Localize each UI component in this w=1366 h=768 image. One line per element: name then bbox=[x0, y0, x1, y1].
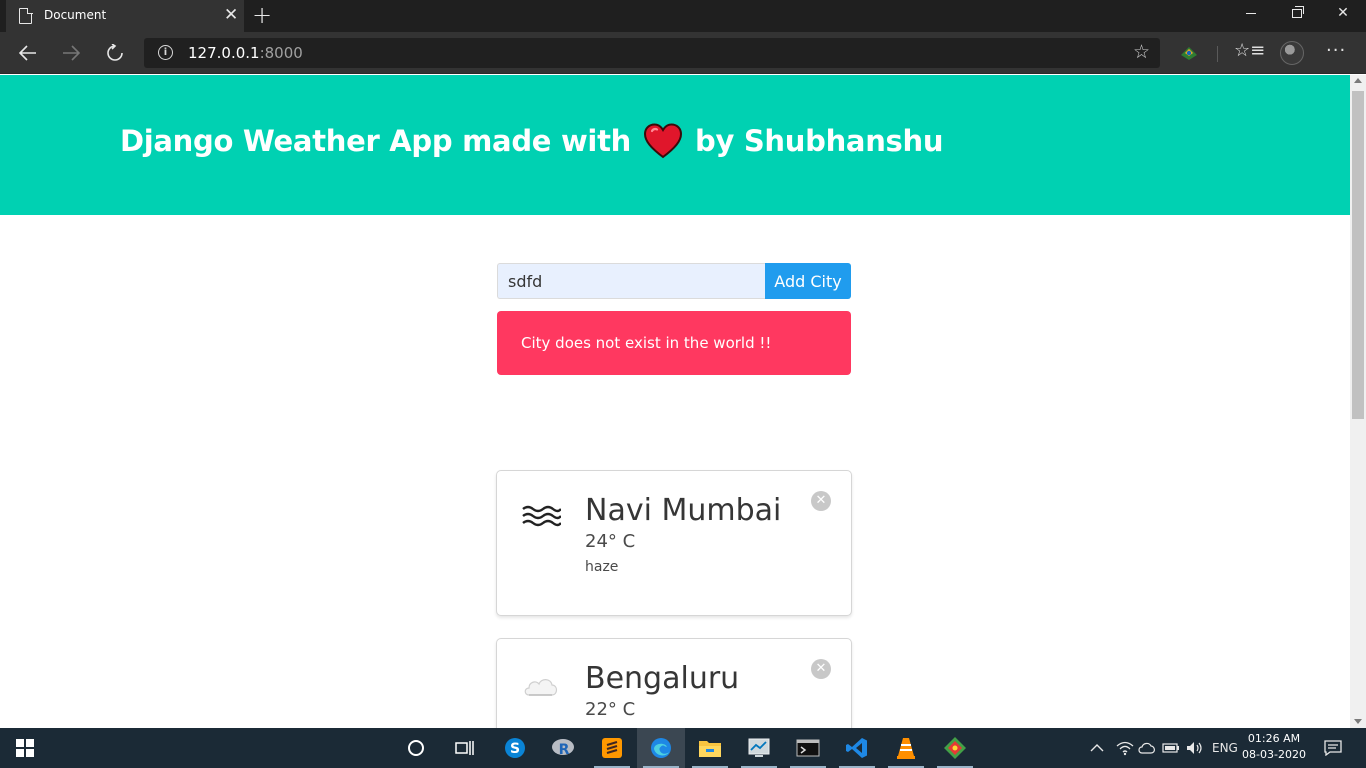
git-kraken-icon[interactable] bbox=[931, 728, 979, 768]
favorites-icon[interactable]: ☆≡ bbox=[1234, 40, 1265, 61]
close-tab-icon[interactable]: ✕ bbox=[224, 5, 238, 25]
tab-title: Document bbox=[44, 8, 107, 22]
extension-icon[interactable] bbox=[1178, 43, 1200, 63]
title-text-end: by Shubhanshu bbox=[694, 124, 944, 158]
heart-icon bbox=[643, 123, 682, 159]
back-arrow-icon[interactable] bbox=[13, 39, 43, 67]
battery-icon[interactable] bbox=[1162, 728, 1180, 768]
temperature: 24° C bbox=[585, 531, 636, 552]
city-name: Bengaluru bbox=[585, 661, 740, 696]
city-name: Navi Mumbai bbox=[585, 493, 782, 528]
performance-monitor-icon[interactable] bbox=[735, 728, 783, 768]
toolbar-divider bbox=[1217, 46, 1218, 62]
address-bar[interactable]: i 127.0.0.1:8000 ☆ bbox=[144, 38, 1160, 68]
close-window-button[interactable]: ✕ bbox=[1320, 0, 1366, 32]
delete-city-button[interactable]: ✕ bbox=[811, 491, 831, 511]
cortana-icon[interactable] bbox=[392, 728, 440, 768]
page-title: Django Weather App made with by Shubhans… bbox=[120, 123, 944, 159]
sublime-text-icon[interactable] bbox=[588, 728, 636, 768]
network-icon[interactable] bbox=[1116, 728, 1134, 768]
page-viewport: Django Weather App made with by Shubhans… bbox=[0, 75, 1350, 728]
scroll-up-arrow-icon[interactable] bbox=[1354, 78, 1362, 83]
city-input[interactable] bbox=[497, 263, 765, 299]
show-hidden-icons[interactable] bbox=[1090, 728, 1104, 768]
action-center-icon[interactable] bbox=[1324, 728, 1342, 768]
r-language-icon[interactable]: R bbox=[539, 728, 587, 768]
weather-description: haze bbox=[585, 559, 619, 575]
temperature: 22° C bbox=[585, 699, 636, 720]
scroll-down-arrow-icon[interactable] bbox=[1354, 719, 1362, 724]
vlc-icon[interactable] bbox=[882, 728, 930, 768]
windows-taskbar: S R ENG 01:26 AM 08-03-2020 bbox=[0, 728, 1366, 768]
favorite-star-icon[interactable]: ☆ bbox=[1133, 41, 1150, 63]
url-text: 127.0.0.1:8000 bbox=[188, 44, 303, 62]
site-info-icon[interactable]: i bbox=[158, 45, 173, 60]
clock-time: 01:26 AM bbox=[1247, 732, 1301, 745]
svg-text:R: R bbox=[559, 742, 570, 758]
page-scrollbar[interactable] bbox=[1350, 75, 1366, 728]
cloud-icon bbox=[524, 679, 558, 696]
minimize-icon bbox=[1246, 12, 1256, 14]
add-city-form: Add City bbox=[497, 263, 851, 299]
system-clock[interactable]: 01:26 AM 08-03-2020 bbox=[1240, 731, 1308, 763]
profile-avatar[interactable] bbox=[1280, 41, 1304, 65]
city-card: Bengaluru 22° C ✕ bbox=[496, 638, 852, 728]
browser-toolbar: i 127.0.0.1:8000 ☆ ☆≡ ··· bbox=[0, 32, 1366, 74]
restore-button[interactable] bbox=[1274, 0, 1320, 32]
url-port: :8000 bbox=[259, 44, 303, 62]
windows-logo-icon bbox=[16, 739, 34, 757]
chevron-up-icon bbox=[1090, 744, 1104, 752]
error-notification: City does not exist in the world !! bbox=[497, 311, 851, 375]
city-card: Navi Mumbai 24° C haze ✕ bbox=[496, 470, 852, 616]
refresh-icon[interactable] bbox=[100, 39, 130, 67]
delete-city-button[interactable]: ✕ bbox=[811, 659, 831, 679]
minimize-button[interactable] bbox=[1228, 0, 1274, 32]
edge-browser-icon[interactable] bbox=[637, 728, 685, 768]
svg-text:S: S bbox=[510, 741, 520, 757]
start-button[interactable] bbox=[0, 728, 48, 768]
task-view-icon[interactable] bbox=[440, 728, 488, 768]
skype-icon[interactable]: S bbox=[491, 728, 539, 768]
restore-icon bbox=[1292, 5, 1304, 18]
add-city-button[interactable]: Add City bbox=[765, 263, 851, 299]
scroll-thumb[interactable] bbox=[1352, 91, 1364, 419]
title-text-start: Django Weather App made with bbox=[120, 124, 631, 158]
hero-banner: Django Weather App made with by Shubhans… bbox=[0, 75, 1350, 215]
browser-tab[interactable]: Document ✕ bbox=[6, 0, 244, 32]
file-explorer-icon[interactable] bbox=[686, 728, 734, 768]
more-options-icon[interactable]: ··· bbox=[1326, 40, 1346, 61]
cloud-sync-icon[interactable] bbox=[1138, 728, 1156, 768]
document-icon bbox=[19, 7, 33, 24]
vscode-icon[interactable] bbox=[833, 728, 881, 768]
url-host: 127.0.0.1 bbox=[188, 44, 260, 62]
volume-icon[interactable] bbox=[1186, 728, 1204, 768]
terminal-icon[interactable] bbox=[784, 728, 832, 768]
haze-icon bbox=[522, 505, 561, 527]
clock-date: 08-03-2020 bbox=[1242, 748, 1306, 761]
forward-arrow-icon[interactable] bbox=[56, 39, 86, 67]
language-indicator[interactable]: ENG bbox=[1212, 728, 1238, 768]
browser-tab-bar: Document ✕ + ✕ bbox=[0, 0, 1366, 32]
new-tab-icon[interactable]: + bbox=[252, 2, 272, 28]
